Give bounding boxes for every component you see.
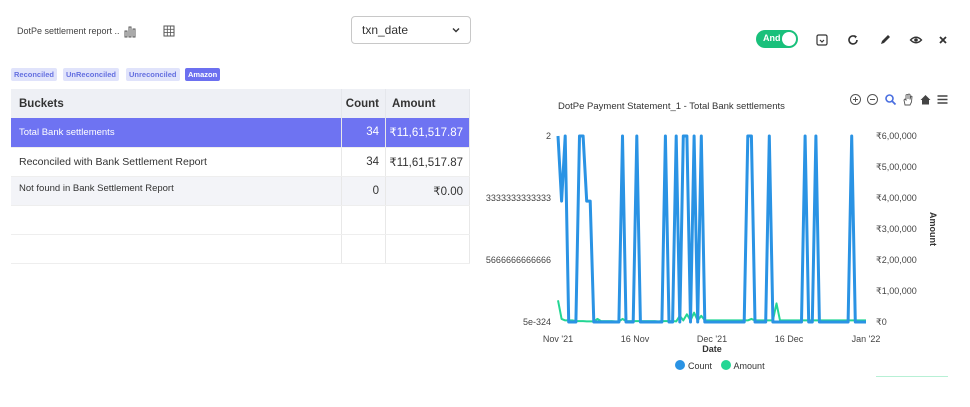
y-right-tick-label: ₹6,00,000	[876, 131, 917, 141]
toggle-knob	[782, 32, 796, 46]
y-right-tick-label: ₹4,00,000	[876, 193, 917, 203]
legend-amount-label: Amount	[733, 361, 765, 371]
cell-bucket	[11, 205, 342, 235]
cell-amount	[385, 234, 471, 264]
col-header-count[interactable]: Count	[341, 89, 386, 118]
table-row[interactable]: Reconciled with Bank Settlement Report 3…	[11, 147, 471, 177]
y-left-tick-label: 5e-324	[523, 317, 551, 327]
table-grid-icon[interactable]	[162, 24, 176, 38]
cell-bucket: Not found in Bank Settlement Report	[11, 176, 342, 206]
tag-reconciled[interactable]: Reconciled	[11, 68, 58, 81]
col-header-amount[interactable]: Amount	[385, 89, 471, 118]
cell-amount: ₹11,61,517.87	[385, 147, 471, 177]
chart-legend: Count Amount	[675, 360, 771, 371]
x-tick-label: Nov '21	[543, 334, 573, 344]
tag-amazon[interactable]: Amazon	[185, 68, 221, 81]
table-header-row: Buckets Count Amount	[11, 89, 471, 118]
y-right-tick-label: ₹1,00,000	[876, 286, 917, 296]
cell-bucket	[11, 234, 342, 264]
toggle-label: And	[763, 33, 781, 43]
x-tick-label: 16 Dec	[775, 334, 804, 344]
col-header-buckets[interactable]: Buckets	[11, 89, 342, 118]
report-title: DotPe settlement report ..	[17, 26, 120, 36]
select-value: txn_date	[362, 23, 409, 37]
table-row[interactable]: Not found in Bank Settlement Report 0 ₹0…	[11, 176, 471, 206]
legend-count-label: Count	[688, 361, 713, 371]
table-row[interactable]: Total Bank settlements 34 ₹11,61,517.87	[11, 118, 471, 148]
and-toggle[interactable]: And	[756, 30, 798, 48]
close-icon[interactable]	[936, 33, 950, 47]
cell-bucket: Reconciled with Bank Settlement Report	[11, 147, 342, 177]
edit-icon[interactable]	[878, 33, 892, 47]
y-left-tick-label: 2	[546, 131, 551, 141]
cell-count: 34	[341, 118, 386, 148]
legend-item-amount[interactable]: Amount	[720, 360, 765, 371]
y-right-tick-label: ₹0	[876, 317, 887, 327]
divider-line	[876, 376, 948, 377]
cell-count	[341, 234, 386, 264]
y-right-tick-label: ₹5,00,000	[876, 162, 917, 172]
refresh-icon[interactable]	[846, 33, 860, 47]
cell-amount: ₹0.00	[385, 176, 471, 206]
x-axis-title: Date	[702, 344, 722, 354]
date-field-select[interactable]: txn_date	[351, 16, 471, 44]
cell-amount: ₹11,61,517.87	[385, 118, 471, 148]
x-tick-label: Dec '21	[697, 334, 727, 344]
export-icon[interactable]	[815, 33, 829, 47]
cell-bucket: Total Bank settlements	[11, 118, 342, 148]
cell-count	[341, 205, 386, 235]
chevron-down-icon	[452, 28, 460, 33]
eye-icon[interactable]	[909, 33, 923, 47]
tag-unreconciled-upper[interactable]: UnReconciled	[63, 68, 120, 81]
series-count-line	[556, 134, 866, 324]
chart-canvas[interactable]: 2 3333333333333 5666666666666 5e-324 ₹6,00,0…	[486, 88, 970, 388]
table-row	[11, 234, 471, 264]
y-left-tick-label: 5666666666666	[486, 255, 551, 265]
y-right-tick-label: ₹3,00,000	[876, 224, 917, 234]
bar-chart-icon[interactable]	[123, 24, 137, 38]
y-right-axis-title: Amount	[928, 212, 938, 246]
buckets-table: Buckets Count Amount Total Bank settleme…	[11, 89, 471, 264]
cell-amount	[385, 205, 471, 235]
legend-item-count[interactable]: Count	[675, 360, 715, 371]
tag-unreconciled[interactable]: Unreconciled	[126, 68, 180, 81]
cell-count: 34	[341, 147, 386, 177]
legend-amount-dot	[720, 360, 731, 370]
table-row	[11, 205, 471, 235]
legend-count-dot	[675, 360, 685, 370]
cell-count: 0	[341, 176, 386, 206]
x-tick-label: Jan '22	[852, 334, 881, 344]
x-tick-label: 16 Nov	[621, 334, 650, 344]
y-left-tick-label: 3333333333333	[486, 193, 551, 203]
y-right-tick-label: ₹2,00,000	[876, 255, 917, 265]
